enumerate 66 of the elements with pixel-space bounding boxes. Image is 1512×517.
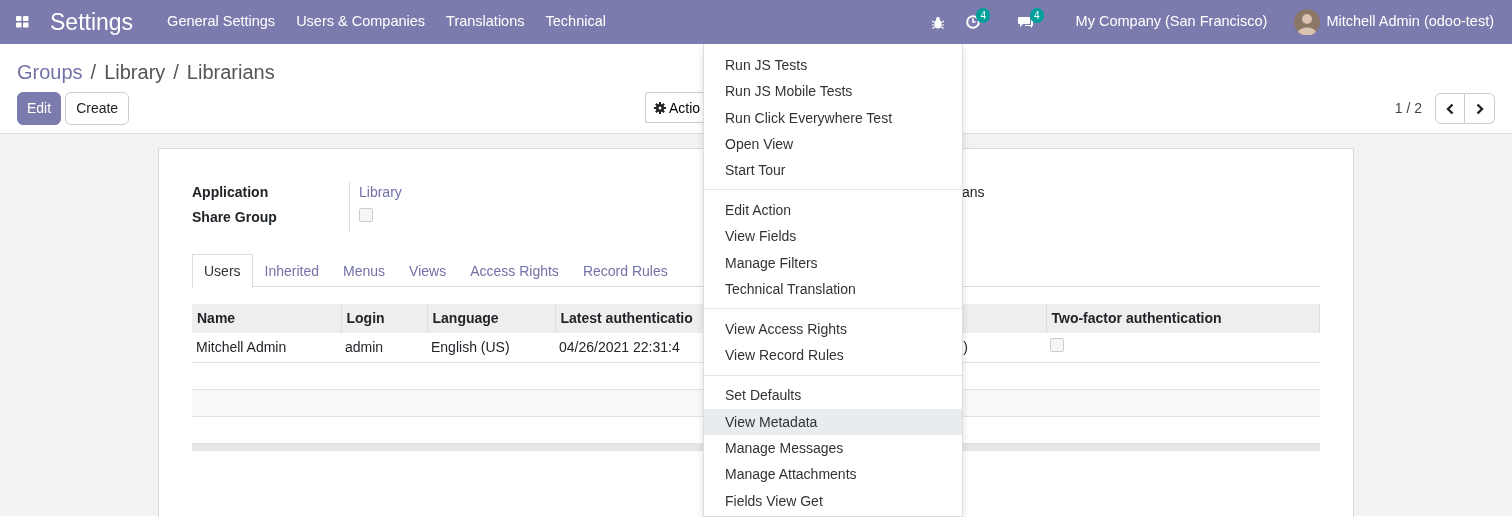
chevron-left-icon <box>1446 102 1454 115</box>
company-switcher[interactable]: My Company (San Francisco) <box>1075 11 1268 33</box>
field-label: Application <box>192 183 270 202</box>
apps-menu-icon[interactable] <box>16 16 29 28</box>
field-link[interactable]: Library <box>359 184 402 200</box>
table-cell: English (US) <box>431 338 510 355</box>
breadcrumb-separator: / <box>173 60 179 85</box>
activity-count: 4 <box>976 7 991 23</box>
table-cell: Mitchell Admin <box>196 338 287 355</box>
edit-button[interactable]: Edit <box>17 92 62 125</box>
menu-item[interactable]: Fields View Get <box>704 487 962 514</box>
nav-link[interactable]: Translations <box>446 11 525 33</box>
tab[interactable]: Menus <box>331 254 398 287</box>
breadcrumb-item: Library <box>104 60 166 85</box>
chevron-right-icon <box>1475 102 1484 115</box>
menu-item[interactable]: Start Tour <box>704 157 962 184</box>
menu-item[interactable]: View Access Rights <box>704 316 962 343</box>
tab[interactable]: Inherited <box>252 254 332 287</box>
checkbox[interactable] <box>1050 337 1064 352</box>
column-header[interactable]: Login <box>341 304 427 333</box>
column-header[interactable]: Language <box>427 304 555 333</box>
menu-item[interactable]: View Fields <box>704 223 962 250</box>
menu-item[interactable]: Set Defaults <box>704 382 962 409</box>
action-button[interactable]: Actio <box>645 92 703 123</box>
user-menu[interactable]: Mitchell Admin (odoo-test) <box>1326 11 1494 33</box>
previous-button[interactable] <box>1435 93 1465 124</box>
chat-icon[interactable] <box>1018 15 1035 29</box>
create-button[interactable]: Create <box>65 92 130 125</box>
name-value: ans <box>962 183 985 202</box>
tab[interactable]: Users <box>192 254 253 288</box>
table-cell: ) <box>963 338 968 355</box>
menu-item[interactable]: Edit Action <box>704 197 962 224</box>
menu-item[interactable]: View Record Rules <box>704 342 962 369</box>
tab[interactable]: Access Rights <box>458 254 571 287</box>
menu-item[interactable]: Run JS Tests <box>704 52 962 79</box>
next-button[interactable] <box>1465 93 1495 124</box>
table-cell: admin <box>345 338 384 355</box>
table-cell: 04/26/2021 22:31:4 <box>559 338 680 355</box>
tab[interactable]: Record Rules <box>570 254 680 287</box>
app-title: Settings <box>50 7 134 37</box>
user-avatar <box>1294 9 1321 35</box>
menu-item[interactable]: Run JS Mobile Tests <box>704 78 962 105</box>
tab[interactable]: Views <box>397 254 459 287</box>
column-header[interactable]: Name <box>192 304 341 333</box>
pager-value: 1 / 2 <box>1394 99 1422 118</box>
nav-link[interactable]: Technical <box>545 11 606 33</box>
menu-item[interactable]: Technical Translation <box>704 276 962 303</box>
column-header[interactable]: Latest authenticatio <box>555 304 703 333</box>
menu-item[interactable]: Manage Attachments <box>704 461 962 488</box>
nav-link[interactable]: General Settings <box>167 11 276 33</box>
message-count: 4 <box>1030 7 1044 23</box>
gear-icon <box>654 102 666 114</box>
menu-item[interactable]: Run Click Everywhere Test <box>704 104 962 131</box>
bug-icon[interactable] <box>932 15 945 29</box>
breadcrumb-link[interactable]: Groups <box>17 57 83 92</box>
menu-item[interactable]: View Metadata <box>704 408 962 435</box>
breadcrumb-item: Librarians <box>186 60 275 85</box>
column-header[interactable]: Two-factor authentication <box>1046 304 1320 333</box>
nav-link[interactable]: Users & Companies <box>296 11 426 33</box>
activity-clock-icon[interactable] <box>966 15 981 29</box>
checkbox[interactable] <box>359 208 373 222</box>
menu-item[interactable]: Open View <box>704 130 962 158</box>
breadcrumb-separator: / <box>90 60 97 85</box>
menu-item[interactable]: Manage Messages <box>704 434 962 462</box>
menu-item[interactable]: Manage Filters <box>704 249 962 277</box>
field-label: Share Group <box>192 208 278 227</box>
